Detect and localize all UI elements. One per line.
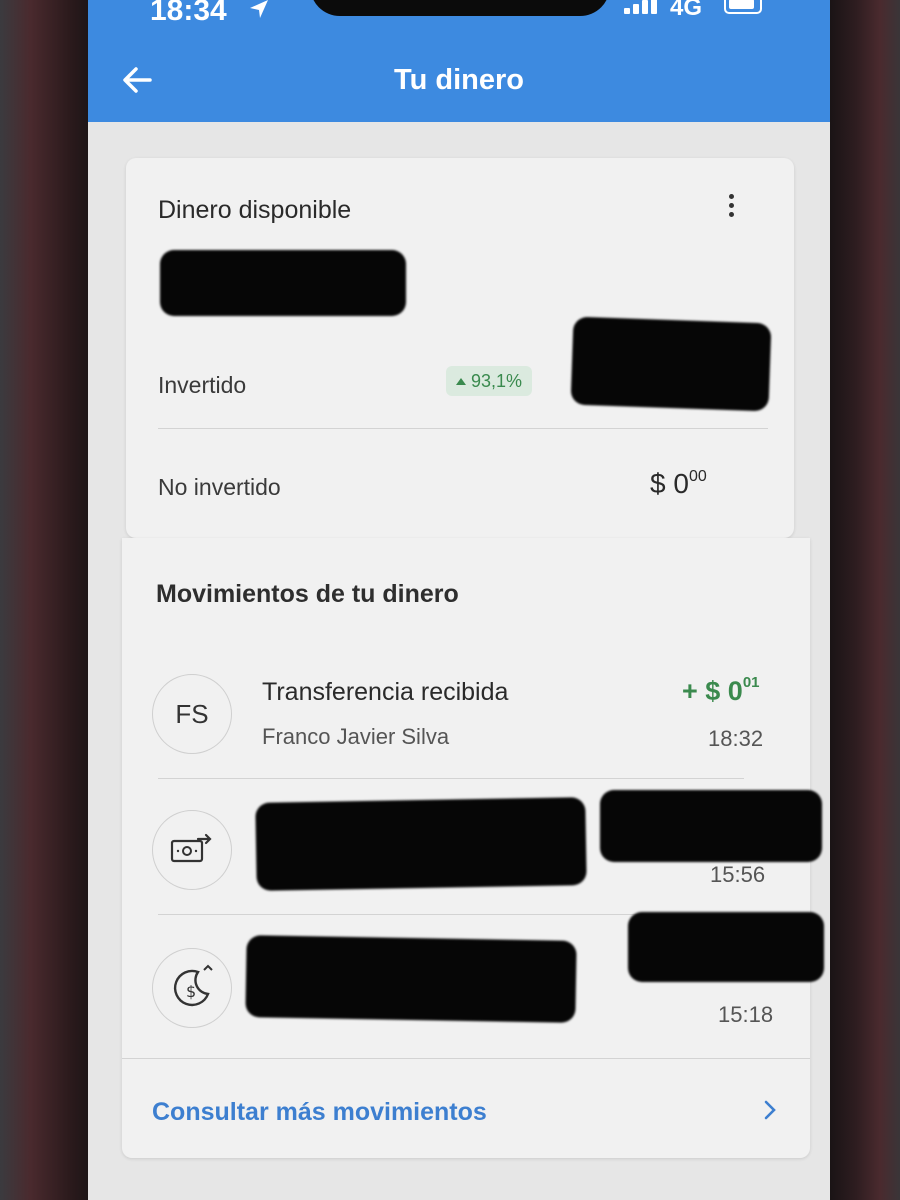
signal-icon — [624, 0, 660, 14]
arrow-up-icon — [456, 377, 466, 385]
balance-card: Dinero disponible Invertido 93,1% No inv… — [126, 158, 794, 538]
redacted-invested-amount — [570, 316, 772, 412]
phone-bezel-right — [820, 0, 900, 1200]
movement-time: 15:18 — [718, 1002, 774, 1027]
network-type: 4G — [670, 0, 703, 21]
more-options-icon[interactable] — [726, 194, 736, 224]
divider — [158, 778, 744, 779]
movement-time: 15:56 — [710, 862, 766, 887]
phone-notch — [310, 0, 610, 16]
movement-amount: + $ 001 — [682, 674, 760, 707]
moon-dollar-icon: $ — [152, 948, 232, 1028]
redacted-movement-amount — [628, 912, 824, 982]
avatar: FS — [152, 674, 232, 754]
redacted-movement-title — [255, 797, 587, 891]
location-icon — [250, 0, 268, 18]
redacted-movement-title — [245, 935, 577, 1023]
movements-card: Movimientos de tu dinero FS Transferenci… — [122, 538, 824, 1158]
phone-screen: 18:34 4G Tu dinero Dinero disponible Inv… — [88, 0, 830, 1200]
movement-amount-main: + $ 0 — [682, 676, 743, 706]
divider — [158, 428, 768, 429]
chevron-right-icon[interactable] — [762, 1098, 778, 1122]
money-transfer-icon — [152, 810, 232, 890]
page-title: Tu dinero — [394, 64, 524, 96]
movement-amount-cents: 01 — [742, 674, 760, 691]
redacted-balance — [160, 250, 406, 316]
more-movements-link[interactable]: Consultar más movimientos — [152, 1098, 487, 1127]
redacted-movement-amount — [600, 790, 822, 862]
invested-change-value: 93,1% — [471, 370, 523, 391]
invested-change-badge: 93,1% — [446, 366, 533, 396]
not-invested-amount-main: $ 0 — [650, 468, 689, 499]
not-invested-amount: $ 000 — [650, 468, 707, 500]
svg-text:$: $ — [186, 982, 196, 1001]
available-money-label: Dinero disponible — [158, 196, 352, 224]
app-header: 18:34 4G Tu dinero — [88, 0, 830, 122]
movement-time: 18:32 — [708, 726, 764, 751]
divider — [122, 1058, 810, 1059]
status-time: 18:34 — [150, 0, 227, 27]
invested-label: Invertido — [158, 372, 247, 398]
movements-title: Movimientos de tu dinero — [156, 580, 459, 608]
battery-icon — [724, 0, 762, 14]
not-invested-amount-cents: 00 — [688, 467, 707, 485]
movement-title: Transferencia recibida — [262, 678, 509, 706]
movement-subtitle: Franco Javier Silva — [262, 724, 450, 749]
not-invested-label: No invertido — [158, 474, 281, 500]
phone-bezel-left — [0, 0, 100, 1200]
